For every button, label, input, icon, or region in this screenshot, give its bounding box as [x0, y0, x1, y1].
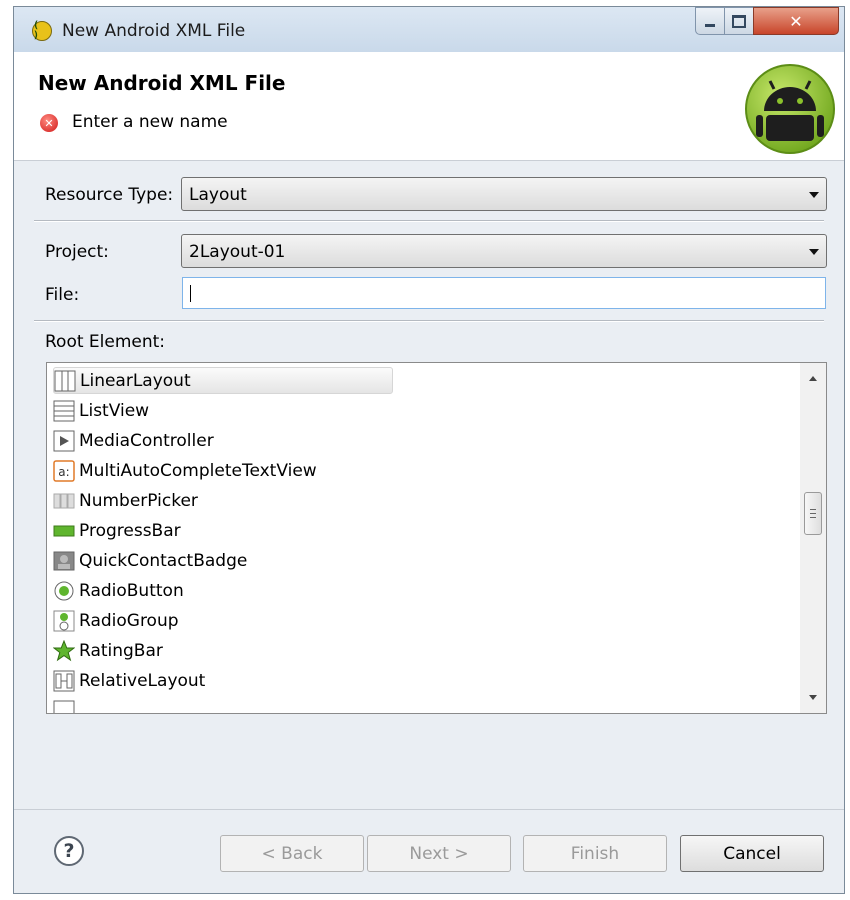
close-icon: ✕	[789, 11, 803, 31]
list-item[interactable]: ListView	[53, 397, 393, 424]
help-icon[interactable]: ?	[54, 836, 84, 866]
list-item-label: RelativeLayout	[79, 670, 206, 691]
project-value: 2Layout-01	[189, 242, 286, 262]
chevron-down-icon	[809, 192, 819, 198]
error-icon: ✕	[40, 114, 58, 132]
list-item-label: NumberPicker	[79, 490, 198, 511]
list-item[interactable]: ProgressBar	[53, 517, 393, 544]
list-item-label: LinearLayout	[80, 370, 191, 391]
grip-line	[810, 513, 816, 514]
list-item[interactable]: QuickContactBadge	[53, 547, 393, 574]
chevron-down-icon	[809, 249, 819, 255]
list-item[interactable]: RatingBar	[53, 637, 393, 664]
radiobutton-icon	[54, 581, 74, 600]
project-label: Project:	[45, 242, 109, 262]
file-name-input[interactable]	[182, 277, 826, 309]
resource-type-select[interactable]: Layout	[181, 177, 827, 211]
close-button[interactable]: ✕	[753, 7, 839, 35]
finish-button[interactable]: Finish	[523, 835, 667, 872]
minimize-button[interactable]	[695, 7, 725, 35]
separator	[34, 320, 824, 322]
next-button[interactable]: Next >	[367, 835, 511, 872]
scrollview-icon	[53, 700, 75, 713]
file-label: File:	[45, 285, 80, 305]
scrollbar-thumb[interactable]	[804, 492, 822, 535]
list-item[interactable]: RelativeLayout	[53, 667, 393, 694]
listview-icon	[53, 400, 75, 421]
grip-line	[810, 517, 816, 518]
minimize-icon	[705, 23, 715, 27]
list-item[interactable]: MediaController	[53, 427, 393, 454]
quickcontactbadge-icon	[53, 551, 75, 570]
error-message: Enter a new name	[72, 112, 228, 132]
list-item[interactable]: RadioGroup	[53, 607, 393, 634]
back-button[interactable]: < Back	[220, 835, 364, 872]
multiautocomplete-icon: a:	[53, 459, 75, 482]
root-element-label: Root Element:	[45, 332, 166, 352]
list-item[interactable]: RadioButton	[53, 577, 393, 604]
radiogroup-icon	[53, 610, 75, 631]
resource-type-label: Resource Type:	[45, 185, 174, 205]
wizard-banner: New Android XML File ✕ Enter a new name	[14, 52, 844, 161]
list-item-label: ListView	[79, 400, 150, 421]
grip-line	[810, 509, 816, 510]
list-item-label: ProgressBar	[79, 520, 181, 541]
android-app-icon: ( )	[32, 21, 52, 41]
progressbar-icon	[53, 525, 75, 536]
maximize-icon	[732, 14, 746, 28]
text-caret	[190, 285, 191, 302]
relativelayout-icon	[53, 670, 75, 691]
android-logo	[745, 64, 835, 154]
svg-text:a:: a:	[58, 465, 69, 479]
list-item-label: MultiAutoCompleteTextView	[79, 460, 317, 481]
list-item-partial[interactable]	[53, 697, 393, 713]
numberpicker-icon	[53, 493, 75, 508]
list-item[interactable]: NumberPicker	[53, 487, 393, 514]
list-item-label: RadioGroup	[79, 610, 179, 631]
footer-separator	[14, 809, 844, 810]
page-title: New Android XML File	[38, 71, 286, 95]
linearlayout-icon	[54, 370, 76, 391]
ratingbar-icon	[53, 639, 75, 661]
scroll-up-arrow-icon[interactable]	[809, 376, 817, 381]
vertical-scrollbar[interactable]	[800, 363, 826, 713]
list-item-label: MediaController	[79, 430, 214, 451]
dialog-window: ( ) New Android XML File ✕ New Android X…	[13, 6, 845, 894]
list-item-label: QuickContactBadge	[79, 550, 248, 571]
window-title: New Android XML File	[62, 21, 246, 41]
mediacontroller-icon	[53, 430, 75, 451]
cancel-button[interactable]: Cancel	[680, 835, 824, 872]
list-item-label: RadioButton	[79, 580, 184, 601]
title-bar[interactable]: ( ) New Android XML File ✕	[14, 7, 844, 52]
list-item-label: RatingBar	[79, 640, 163, 661]
project-select[interactable]: 2Layout-01	[181, 234, 827, 268]
scroll-down-arrow-icon[interactable]	[809, 695, 817, 700]
maximize-button[interactable]	[724, 7, 754, 35]
list-item[interactable]: a: MultiAutoCompleteTextView	[53, 457, 393, 484]
list-item[interactable]: LinearLayout	[53, 367, 393, 394]
separator	[34, 220, 824, 222]
resource-type-value: Layout	[189, 185, 247, 205]
root-element-list[interactable]: LinearLayout ListView MediaController a:…	[46, 362, 827, 714]
